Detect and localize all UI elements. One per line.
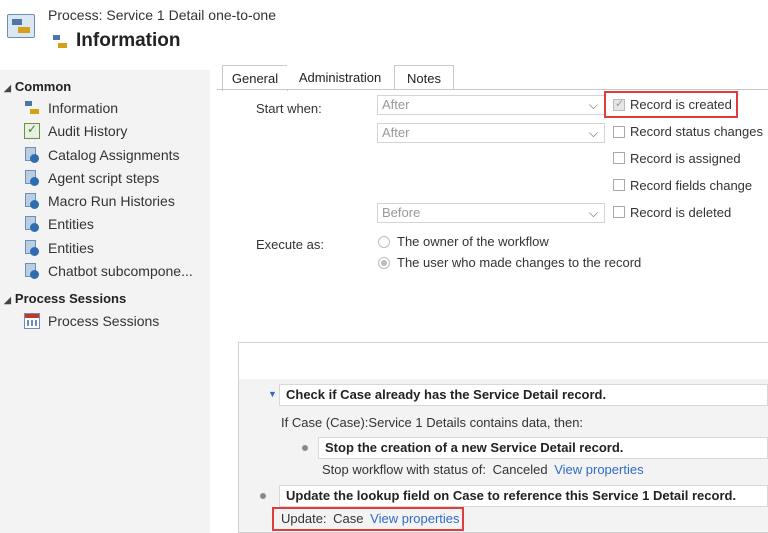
highlight-record-created [604,91,738,118]
chevron-down-icon: ⌵ [588,126,598,140]
chevron-down-icon: ⌵ [588,98,598,112]
bullet-icon [302,445,308,451]
record-fields-label: Record fields change [630,178,753,193]
start-when-label: Start when: [256,101,322,116]
step-update-lookup[interactable]: Update the lookup field on Case to refer… [279,485,768,507]
entity-icon [24,216,40,232]
entity-icon [24,170,40,186]
record-deleted-checkbox[interactable] [613,206,625,218]
sidebar: ◢Common Information Audit History Catalo… [0,70,210,533]
sidebar-item-macro-run-histories[interactable]: Macro Run Histories [24,193,175,209]
record-deleted-label: Record is deleted [630,205,732,220]
start-when-select-2[interactable]: After ⌵ [377,123,605,143]
sidebar-item-chatbot-subcomponents[interactable]: Chatbot subcompone... [24,263,193,279]
owner-radio-label: The owner of the workflow [397,234,549,249]
owner-radio[interactable] [378,236,390,248]
section-process-sessions[interactable]: ◢ Process Sessions [4,291,126,306]
collapse-triangle-icon: ◢ [4,295,11,305]
sidebar-item-agent-script-steps[interactable]: Agent script steps [24,170,159,186]
record-fields-checkbox[interactable] [613,179,625,191]
record-status-label: Record status changes [630,124,763,139]
view-properties-link[interactable]: View properties [554,462,643,477]
process-header-icon [7,14,35,38]
stop-workflow-text: Stop workflow with status of: Canceled V… [322,462,644,477]
sidebar-item-audit-history[interactable]: Audit History [24,122,127,139]
page-title: Information [76,30,181,51]
workflow-toolbar-area [239,343,768,379]
start-when-select-3[interactable]: Before ⌵ [377,203,605,223]
record-assigned-checkbox[interactable] [613,152,625,164]
section-common[interactable]: ◢ Common [4,79,71,94]
condition-text: If Case (Case):Service 1 Details contain… [281,415,584,430]
audit-icon [24,122,40,139]
sidebar-item-information[interactable]: Information [24,100,118,116]
record-assigned-label: Record is assigned [630,151,741,166]
tab-administration[interactable]: Administration [287,65,393,89]
sidebar-item-process-sessions[interactable]: Process Sessions [24,313,159,329]
tab-general[interactable]: General [222,65,288,91]
entity-icon [24,193,40,209]
highlight-update-case [272,507,464,531]
collapse-triangle-icon: ◢ [4,83,11,93]
entity-icon [24,147,40,163]
step-stop-creation[interactable]: Stop the creation of a new Service Detai… [318,437,768,459]
user-radio-label: The user who made changes to the record [397,255,642,270]
entity-icon [24,263,40,279]
step-check-case[interactable]: Check if Case already has the Service De… [279,384,768,406]
tab-notes[interactable]: Notes [394,65,454,90]
stop-status: Canceled [492,462,548,477]
start-when-select-1[interactable]: After ⌵ [377,95,605,115]
information-icon [52,34,67,48]
entity-icon [24,240,40,256]
sidebar-item-catalog-assignments[interactable]: Catalog Assignments [24,147,180,163]
sidebar-item-entities[interactable]: Entities [24,216,94,232]
tab-divider [217,89,768,90]
process-icon [24,100,40,116]
execute-as-label: Execute as: [256,237,324,252]
record-status-checkbox[interactable] [613,126,625,138]
process-name: Process: Service 1 Detail one-to-one [48,7,276,23]
chevron-down-icon: ⌵ [588,206,598,220]
user-radio[interactable] [378,257,390,269]
expand-triangle-icon[interactable]: ▼ [268,389,277,399]
session-icon [24,313,40,329]
bullet-icon [260,493,266,499]
sidebar-item-entities[interactable]: Entities [24,240,94,256]
